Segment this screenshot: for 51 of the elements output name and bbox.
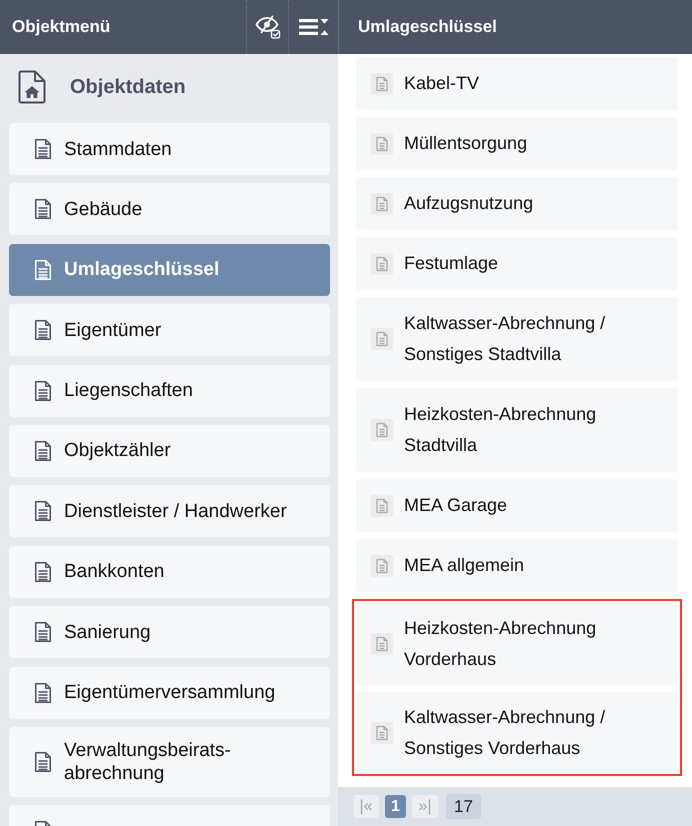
document-icon (34, 560, 52, 583)
menu-item[interactable]: Stammdaten (9, 123, 330, 175)
document-icon (371, 72, 393, 94)
document-icon (34, 198, 52, 220)
list-item[interactable]: Kaltwasser-Abrechnung / Sonstiges Vorderhaus (356, 692, 678, 774)
menu-item[interactable]: Dienstleister / Handwerker (9, 485, 330, 538)
document-icon (371, 554, 393, 576)
list-item[interactable]: MEA Garage (356, 479, 678, 532)
menu-item[interactable]: Gebäude (9, 183, 330, 236)
document-icon (34, 258, 52, 281)
list-item[interactable]: Festumlage (356, 237, 678, 290)
menu-item[interactable]: Liegenschaften (9, 364, 330, 417)
document-icon (34, 621, 52, 644)
menu-item[interactable]: Objektzähler (9, 424, 330, 477)
list-item[interactable]: Heizkosten-Abrechnung Vorderhaus (356, 603, 678, 685)
menu-item[interactable]: Eigentümerversammlung (9, 666, 330, 719)
menu-item[interactable]: Eigentümer (9, 304, 330, 356)
page-button[interactable]: 1 (385, 795, 406, 818)
document-icon (34, 750, 52, 773)
panel-title: Objektmenü (11, 16, 112, 38)
document-icon (371, 633, 393, 655)
list-item[interactable]: MEA allgemein (356, 539, 678, 592)
document-icon (371, 494, 393, 516)
list-item[interactable]: Kabel-TV (356, 57, 678, 110)
count-label: 17 (446, 794, 481, 819)
menu-item[interactable]: Verwaltungsbeirats-abrechnung (9, 726, 330, 797)
menu-item[interactable]: Sanierung (9, 606, 330, 658)
document-icon (34, 319, 52, 342)
crossed-eye-icon (254, 15, 280, 39)
document-icon (371, 722, 393, 744)
list-item[interactable]: Aufzugsnutzung (356, 177, 678, 230)
document-icon (371, 132, 393, 154)
lines-arrows-icon (298, 18, 328, 36)
document-icon (371, 419, 393, 441)
document-icon (371, 328, 393, 350)
house-document-icon (18, 70, 46, 104)
panel-title: Umlageschlüssel (357, 16, 498, 38)
section-title: Objektdaten (70, 76, 186, 98)
list-item[interactable]: Heizkosten-Abrechnung Stadtvilla (356, 388, 678, 472)
menu-item[interactable]: Umlageschlüssel (9, 244, 330, 296)
list-item[interactable]: Müllentsorgung (356, 117, 678, 170)
document-icon (34, 440, 52, 462)
document-icon (34, 682, 52, 704)
document-icon (34, 820, 52, 826)
document-icon (371, 252, 393, 274)
document-icon (34, 380, 52, 402)
document-icon (34, 500, 52, 522)
list-item[interactable]: Kaltwasser-Abrechnung / Sonstiges Stadtvilla (356, 297, 678, 381)
document-icon (371, 192, 393, 214)
document-icon (34, 138, 52, 160)
menu-item[interactable]: Bankkonten (9, 546, 330, 598)
